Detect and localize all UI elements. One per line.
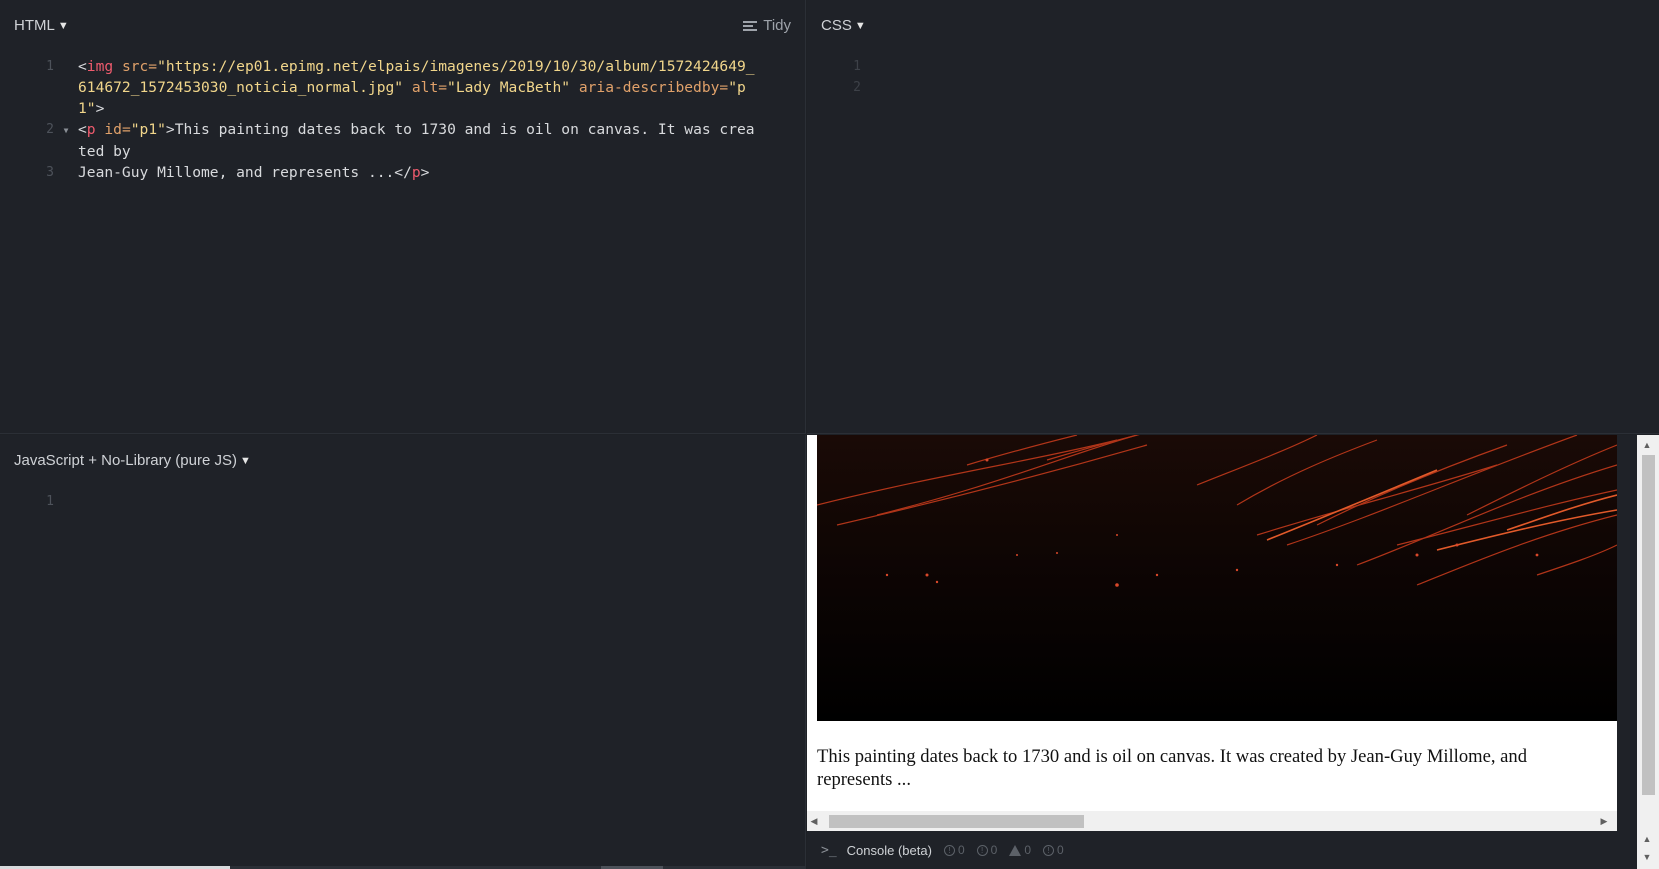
dropdown-caret-icon: ▼ (854, 19, 866, 32)
line-number: 1 (46, 59, 54, 74)
result-horizontal-scrollbar[interactable]: ◀ ▶ (807, 811, 1617, 831)
result-iframe[interactable]: This painting dates back to 1730 and is … (807, 435, 1617, 831)
sparks-artwork (817, 435, 1617, 721)
result-panel: This painting dates back to 1730 and is … (807, 435, 1659, 869)
console-bar[interactable]: >_ Console (beta) ! 0 ! 0 0 ! 0 (807, 831, 1637, 869)
code-line-wrap: 1"> (0, 98, 805, 119)
code-text: ted by (78, 143, 131, 160)
console-prompt-icon: >_ (821, 842, 837, 858)
warning-icon (1009, 844, 1022, 856)
code-text: Jean-Guy Millome, and represents ...</p> (78, 164, 430, 181)
code-line: 1 (0, 491, 805, 512)
code-text: 614672_1572453030_noticia_normal.jpg" al… (78, 79, 746, 96)
scrollbar-thumb[interactable] (829, 815, 1084, 828)
line-number: 1 (853, 59, 861, 74)
line-number: 2 (853, 80, 861, 95)
code-line-wrap: ted by (0, 141, 805, 162)
js-code-editor[interactable]: 1 (0, 491, 805, 512)
scroll-left-arrow-icon[interactable]: ◀ (807, 813, 821, 829)
console-warning-counter[interactable]: 0 (1009, 843, 1031, 857)
html-language-dropdown[interactable]: HTML ▼ (14, 17, 69, 34)
code-text: 1"> (78, 100, 105, 117)
css-code-editor[interactable]: 1 2 (807, 56, 1659, 98)
tidy-button[interactable]: Tidy (743, 17, 791, 34)
info-icon: ! (943, 844, 955, 856)
css-panel-title: CSS (821, 17, 852, 34)
console-log-counter[interactable]: ! 0 (943, 843, 965, 857)
css-language-dropdown[interactable]: CSS ▼ (821, 17, 866, 34)
console-label: Console (beta) (846, 842, 932, 858)
js-language-dropdown[interactable]: JavaScript + No-Library (pure JS) ▼ (14, 452, 251, 469)
line-number: 3 (46, 165, 54, 180)
code-line-wrap: 614672_1572453030_noticia_normal.jpg" al… (0, 77, 805, 98)
console-info-counter[interactable]: ! 0 (976, 843, 997, 857)
dropdown-caret-icon: ▼ (57, 19, 69, 32)
scroll-up-arrow-icon[interactable]: ▲ (1637, 831, 1657, 847)
js-panel-title: JavaScript + No-Library (pure JS) (14, 452, 237, 469)
code-line: 1 <img src="https://ep01.epimg.net/elpai… (0, 56, 805, 77)
tidy-lines-icon (743, 20, 758, 31)
page-vertical-scrollbar[interactable]: ▲ ▲ ▼ (1637, 435, 1659, 869)
scroll-down-arrow-icon[interactable]: ▼ (1637, 849, 1657, 865)
scroll-up-arrow-icon[interactable]: ▲ (1637, 437, 1657, 453)
scrollbar-thumb[interactable] (1642, 455, 1655, 795)
js-editor-panel: JavaScript + No-Library (pure JS) ▼ 1 (0, 435, 806, 869)
line-number: 1 (46, 494, 54, 509)
code-line: 2 (807, 77, 1659, 98)
code-line: 3 Jean-Guy Millome, and represents ...</… (0, 162, 805, 183)
html-code-editor[interactable]: 1 <img src="https://ep01.epimg.net/elpai… (0, 56, 805, 183)
fold-arrow-icon[interactable]: ▼ (54, 119, 78, 141)
html-editor-panel: HTML ▼ Tidy 1 <img src="https://ep01.epi… (0, 0, 806, 434)
code-line: 2 ▼ <p id="p1">This painting dates back … (0, 119, 805, 141)
code-text: <img src="https://ep01.epimg.net/elpais/… (78, 58, 755, 75)
css-editor-panel: CSS ▼ 1 2 (807, 0, 1659, 434)
error-icon: ! (1043, 844, 1054, 856)
painting-image (817, 435, 1617, 721)
dropdown-caret-icon: ▼ (240, 454, 251, 467)
code-line: 1 (807, 56, 1659, 77)
scroll-right-arrow-icon[interactable]: ▶ (1597, 813, 1611, 829)
code-text: <p id="p1">This painting dates back to 1… (78, 121, 755, 138)
line-number: 2 (46, 122, 54, 137)
info-icon: ! (976, 844, 988, 856)
tidy-label: Tidy (763, 17, 791, 34)
painting-caption: This painting dates back to 1730 and is … (817, 746, 1528, 790)
console-error-counter[interactable]: ! 0 (1043, 843, 1064, 857)
html-panel-title: HTML (14, 17, 55, 34)
